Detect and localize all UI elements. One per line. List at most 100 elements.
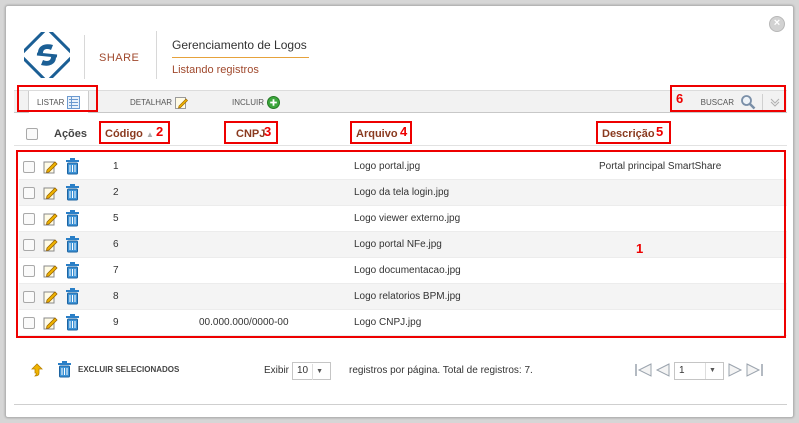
row-checkbox[interactable] bbox=[23, 239, 35, 251]
column-header-cnpj[interactable]: CNPJ bbox=[236, 128, 265, 140]
table-row[interactable]: 5 Logo viewer externo.jpg bbox=[19, 206, 787, 232]
trash-icon[interactable] bbox=[65, 210, 80, 227]
chevron-down-icon[interactable] bbox=[769, 96, 781, 108]
page-subtitle: Listando registros bbox=[172, 64, 259, 76]
trash-icon[interactable] bbox=[65, 158, 80, 175]
trash-icon[interactable] bbox=[65, 314, 80, 331]
logo-manager-window: × SHARE Gerenciamento de Logos Listando … bbox=[5, 5, 794, 418]
annotation-number: 1 bbox=[636, 241, 644, 256]
show-label: Exibir bbox=[264, 365, 290, 376]
annotation-number: 5 bbox=[656, 124, 664, 139]
records-list: 1 Logo portal.jpg Portal principal SmartSh… bbox=[19, 154, 787, 336]
next-page-icon[interactable] bbox=[728, 362, 744, 378]
annotation-number: 6 bbox=[676, 91, 684, 106]
row-checkbox[interactable] bbox=[23, 265, 35, 277]
divider bbox=[156, 31, 157, 79]
page-title: Gerenciamento de Logos bbox=[172, 38, 307, 52]
table-row[interactable]: 7 Logo documentacao.jpg bbox=[19, 258, 787, 284]
trash-icon[interactable] bbox=[65, 288, 80, 305]
edit-icon[interactable] bbox=[43, 315, 59, 331]
trash-icon[interactable] bbox=[65, 184, 80, 201]
table-row[interactable]: 6 Logo portal NFe.jpg bbox=[19, 232, 787, 258]
table-row[interactable]: 1 Logo portal.jpg Portal principal SmartSh… bbox=[19, 154, 787, 180]
tab-label: DETALHAR bbox=[130, 97, 173, 107]
search-label[interactable]: BUSCAR bbox=[701, 98, 734, 107]
edit-icon bbox=[175, 96, 189, 109]
annotation-number: 3 bbox=[264, 124, 272, 139]
cell-cnpj: 00.000.000/0000-00 bbox=[199, 317, 289, 328]
per-page-select[interactable]: 10 ▼ bbox=[292, 362, 332, 380]
cell-arquivo: Logo CNPJ.jpg bbox=[354, 317, 422, 328]
list-icon bbox=[67, 95, 81, 109]
trash-icon[interactable] bbox=[65, 236, 80, 253]
edit-icon[interactable] bbox=[43, 185, 59, 201]
cell-codigo: 6 bbox=[113, 239, 119, 250]
share-logo bbox=[24, 32, 70, 78]
brand-name: SHARE bbox=[99, 52, 140, 64]
tab-label: INCLUIR bbox=[232, 97, 265, 107]
edit-icon[interactable] bbox=[43, 289, 59, 305]
tab-label: LISTAR bbox=[37, 97, 65, 107]
cell-codigo: 9 bbox=[113, 317, 119, 328]
column-label: Código bbox=[105, 128, 143, 140]
column-header-codigo[interactable]: Código ▲ bbox=[105, 128, 154, 140]
cell-arquivo: Logo viewer externo.jpg bbox=[354, 213, 461, 224]
edit-icon[interactable] bbox=[43, 211, 59, 227]
cell-codigo: 1 bbox=[113, 161, 119, 172]
cell-arquivo: Logo portal.jpg bbox=[354, 161, 421, 172]
page-value: 1 bbox=[679, 365, 685, 376]
tab-bar: LISTAR DETALHAR INCLUIR BUSCAR bbox=[14, 90, 787, 113]
cell-codigo: 5 bbox=[113, 213, 119, 224]
magnifier-icon[interactable] bbox=[740, 94, 756, 110]
row-checkbox[interactable] bbox=[23, 161, 35, 173]
cell-arquivo: Logo portal NFe.jpg bbox=[354, 239, 442, 250]
divider bbox=[14, 404, 787, 405]
first-page-icon[interactable] bbox=[634, 362, 652, 378]
records-info: registros por página. Total de registros… bbox=[349, 365, 533, 376]
edit-icon[interactable] bbox=[43, 263, 59, 279]
row-checkbox[interactable] bbox=[23, 213, 35, 225]
cell-arquivo: Logo relatorios BPM.jpg bbox=[354, 291, 461, 302]
annotation-number: 4 bbox=[400, 124, 408, 139]
table-row[interactable]: 8 Logo relatorios BPM.jpg bbox=[19, 284, 787, 310]
tab-listar[interactable]: LISTAR bbox=[28, 91, 90, 113]
page-select[interactable]: 1 ▼ bbox=[674, 362, 724, 380]
tab-detalhar[interactable]: DETALHAR bbox=[130, 91, 189, 113]
cell-codigo: 7 bbox=[113, 265, 119, 276]
edit-icon[interactable] bbox=[43, 159, 59, 175]
title-underline bbox=[172, 57, 309, 58]
footer: EXCLUIR SELECIONADOS Exibir 10 ▼ registro… bbox=[14, 356, 787, 386]
chevron-down-icon: ▼ bbox=[705, 363, 719, 379]
column-header-acoes: Ações bbox=[54, 128, 88, 140]
divider bbox=[762, 94, 763, 110]
previous-page-icon[interactable] bbox=[654, 362, 670, 378]
annotation-number: 2 bbox=[156, 124, 164, 139]
header: SHARE Gerenciamento de Logos Listando re… bbox=[6, 6, 793, 88]
arrow-up-icon[interactable] bbox=[29, 362, 45, 378]
trash-icon[interactable] bbox=[65, 262, 80, 279]
column-header-arquivo[interactable]: Arquivo bbox=[356, 128, 398, 140]
table-row[interactable]: 9 00.000.000/0000-00 Logo CNPJ.jpg bbox=[19, 310, 787, 336]
sort-asc-icon: ▲ bbox=[145, 130, 154, 139]
divider bbox=[84, 35, 85, 79]
chevron-down-icon: ▼ bbox=[312, 364, 326, 380]
per-page-value: 10 bbox=[297, 365, 309, 376]
table-row[interactable]: 2 Logo da tela login.jpg bbox=[19, 180, 787, 206]
search-area: BUSCAR bbox=[701, 93, 781, 111]
select-all-checkbox[interactable] bbox=[26, 128, 38, 140]
cell-descricao: Portal principal SmartShare bbox=[599, 161, 722, 172]
delete-selected-button[interactable]: EXCLUIR SELECIONADOS bbox=[78, 365, 179, 374]
cell-codigo: 8 bbox=[113, 291, 119, 302]
add-icon bbox=[267, 95, 281, 109]
last-page-icon[interactable] bbox=[746, 362, 764, 378]
column-header-descricao[interactable]: Descrição bbox=[602, 128, 655, 140]
cell-arquivo: Logo da tela login.jpg bbox=[354, 187, 450, 198]
trash-icon[interactable] bbox=[57, 361, 72, 378]
row-checkbox[interactable] bbox=[23, 187, 35, 199]
cell-arquivo: Logo documentacao.jpg bbox=[354, 265, 461, 276]
row-checkbox[interactable] bbox=[23, 317, 35, 329]
cell-codigo: 2 bbox=[113, 187, 119, 198]
edit-icon[interactable] bbox=[43, 237, 59, 253]
row-checkbox[interactable] bbox=[23, 291, 35, 303]
tab-incluir[interactable]: INCLUIR bbox=[232, 91, 281, 113]
